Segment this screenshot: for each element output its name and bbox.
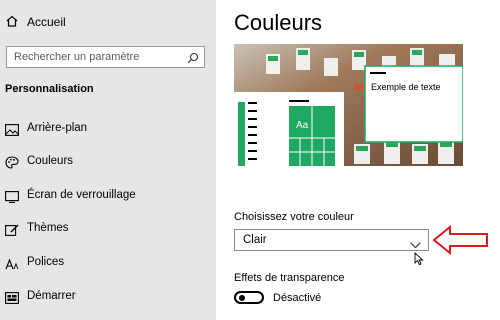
search-icon[interactable]: [187, 51, 199, 69]
preview-sample-text: Exemple de texte: [371, 82, 441, 92]
sidebar-item-label: Arrière-plan: [27, 122, 88, 134]
color-choice-label: Choisissez votre couleur: [234, 211, 354, 223]
start-icon: [5, 291, 19, 304]
transparency-label: Effets de transparence: [234, 272, 345, 284]
section-title: Personnalisation: [5, 83, 94, 95]
home-icon: [5, 14, 19, 33]
sidebar-item-themes[interactable]: Thèmes: [0, 214, 216, 244]
themes-icon: [5, 223, 19, 236]
search-input[interactable]: [7, 47, 184, 67]
sidebar-item-background[interactable]: Arrière-plan: [0, 114, 216, 144]
sidebar-item-label: Couleurs: [27, 155, 74, 167]
fonts-icon: [5, 257, 19, 270]
sidebar-item-lock-screen[interactable]: Écran de verrouillage: [0, 181, 216, 211]
preview-image: [234, 44, 463, 166]
lock-screen-icon: [5, 190, 19, 203]
sidebar-item-label: Écran de verrouillage: [27, 189, 136, 201]
transparency-state: Désactivé: [273, 292, 322, 304]
sidebar-item-start[interactable]: Démarrer: [0, 282, 216, 312]
preview-tile-text: Aa: [296, 120, 309, 131]
sidebar: Accueil Personnalisation Arrière-plan Co…: [0, 0, 216, 320]
color-choice-value: Clair: [243, 234, 267, 246]
picture-icon: [5, 123, 19, 136]
sidebar-item-label: Thèmes: [27, 222, 69, 234]
color-choice-dropdown[interactable]: Clair: [234, 229, 429, 251]
toggle-knob: [239, 295, 245, 301]
color-preview: Aa Exemple de texte: [234, 44, 463, 166]
sidebar-item-fonts[interactable]: Polices: [0, 248, 216, 278]
annotation-arrow-icon: [432, 224, 490, 260]
palette-icon: [5, 156, 19, 169]
search-box[interactable]: [6, 46, 205, 68]
mouse-cursor-icon: [414, 251, 424, 271]
home-nav-item[interactable]: Accueil: [0, 10, 216, 34]
transparency-toggle[interactable]: [234, 291, 264, 304]
sidebar-item-label: Démarrer: [27, 290, 76, 302]
home-label: Accueil: [27, 15, 66, 29]
sidebar-item-colors[interactable]: Couleurs: [0, 147, 216, 177]
page-title: Couleurs: [234, 10, 323, 35]
sidebar-item-label: Polices: [27, 256, 65, 268]
